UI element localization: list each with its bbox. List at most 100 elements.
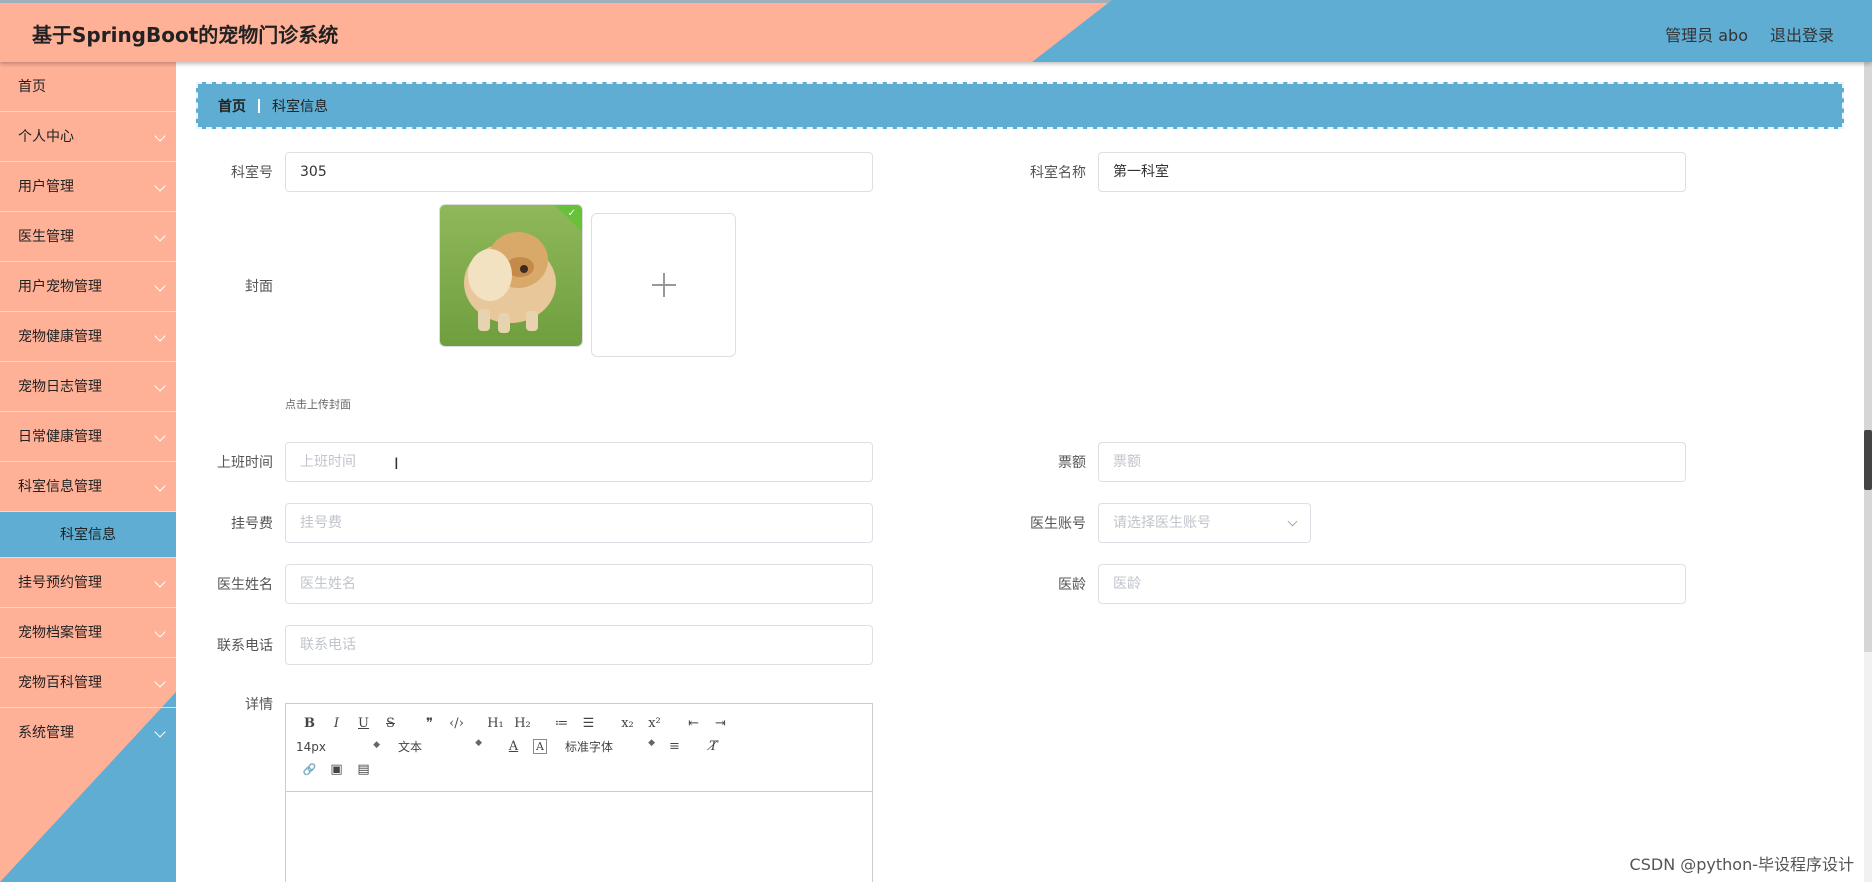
h2-button[interactable]: H₂ (509, 716, 536, 731)
sidebar-item-pet-encyclopedia-management[interactable]: 宠物百科管理 (0, 658, 176, 708)
chevron-down-icon (154, 180, 166, 192)
sidebar-item-label: 宠物档案管理 (18, 625, 102, 641)
toolbar-row-1: B I U S ❞ ‹/› H₁ H₂ ≔ ☰ x₂ x² ⇤ ⇥ (296, 712, 862, 735)
outdent-button[interactable]: ⇤ (680, 716, 707, 731)
sidebar-item-label: 用户管理 (18, 179, 74, 195)
sidebar-item-pet-log-management[interactable]: 宠物日志管理 (0, 362, 176, 412)
fee-input[interactable]: 挂号费 (285, 503, 873, 543)
sidebar-item-department-management[interactable]: 科室信息管理 (0, 462, 176, 512)
chevron-down-icon (154, 480, 166, 492)
plus-icon (651, 273, 676, 297)
room-name-input[interactable]: 第一科室 (1098, 152, 1686, 192)
italic-button[interactable]: I (323, 716, 350, 731)
bold-button[interactable]: B (296, 716, 323, 731)
sidebar-item-doctor-management[interactable]: 医生管理 (0, 212, 176, 262)
room-no-input[interactable]: 305 (285, 152, 873, 192)
background-color-button[interactable]: A (533, 739, 547, 754)
doctor-account-label: 医生账号 (1030, 516, 1086, 532)
page-scrollbar-region (1864, 62, 1872, 652)
bullet-list-button[interactable]: ☰ (575, 716, 602, 731)
sidebar-subitem-department-info[interactable]: 科室信息 (0, 512, 176, 558)
cover-label: 封面 (245, 279, 273, 295)
font-family-value: 标准字体 (565, 740, 614, 754)
breadcrumb-home[interactable]: 首页 (218, 96, 246, 116)
doctor-name-label: 医生姓名 (217, 577, 273, 593)
sidebar-item-user-pet-management[interactable]: 用户宠物管理 (0, 262, 176, 312)
chevron-down-icon (154, 726, 166, 738)
fee-label: 挂号费 (231, 516, 273, 532)
indent-button[interactable]: ⇥ (707, 716, 734, 731)
chevron-down-icon (154, 626, 166, 638)
tickets-input[interactable]: 票额 (1098, 442, 1686, 482)
editor-content-area[interactable] (286, 792, 872, 882)
header-select-value: 文本 (398, 740, 423, 754)
code-block-button[interactable]: ‹/› (443, 716, 470, 731)
editor-toolbar: B I U S ❞ ‹/› H₁ H₂ ≔ ☰ x₂ x² ⇤ ⇥ 14px ◆ (286, 704, 872, 792)
sidebar-item-appointment-management[interactable]: 挂号预约管理 (0, 558, 176, 608)
doctor-account-select[interactable]: 请选择医生账号 (1098, 503, 1311, 543)
select-arrow-icon: ◆ (475, 738, 482, 748)
image-button[interactable]: ▣ (323, 762, 350, 777)
doctor-age-input[interactable]: 医龄 (1098, 564, 1686, 604)
sidebar-item-personal-center[interactable]: 个人中心 (0, 112, 176, 162)
link-button[interactable]: 🔗 (296, 763, 323, 776)
select-arrow-icon: ◆ (373, 739, 380, 750)
sidebar-item-home[interactable]: 首页 (0, 62, 176, 112)
ordered-list-button[interactable]: ≔ (548, 716, 575, 731)
upload-cover-tip: 点击上传封面 (285, 398, 351, 411)
cover-image-thumbnail[interactable]: ✓ (439, 204, 583, 347)
h1-button[interactable]: H₁ (482, 716, 509, 731)
tickets-label: 票额 (1058, 455, 1086, 471)
align-button[interactable]: ≡ (661, 739, 688, 754)
chevron-down-icon (154, 280, 166, 292)
top-header: 基于SpringBoot的宠物门诊系统 管理员 abo 退出登录 (0, 0, 1872, 62)
room-name-label: 科室名称 (1030, 165, 1086, 181)
header-select[interactable]: 文本 ◆ (398, 738, 488, 755)
chevron-down-icon (154, 130, 166, 142)
phone-label: 联系电话 (217, 638, 273, 654)
sidebar-item-pet-archive-management[interactable]: 宠物档案管理 (0, 608, 176, 658)
phone-input[interactable]: 联系电话 (285, 625, 873, 665)
doctor-name-input[interactable]: 医生姓名 (285, 564, 873, 604)
sidebar-item-label: 系统管理 (18, 725, 74, 741)
select-arrow-icon: ◆ (648, 738, 655, 748)
chevron-down-icon (1287, 516, 1298, 527)
breadcrumb: 首页 科室信息 (196, 82, 1844, 129)
sidebar-item-pet-health-management[interactable]: 宠物健康管理 (0, 312, 176, 362)
font-size-value: 14px (296, 739, 326, 754)
sidebar-item-label: 用户宠物管理 (18, 279, 102, 295)
font-size-select[interactable]: 14px ◆ (296, 740, 386, 754)
doctor-account-placeholder: 请选择医生账号 (1113, 515, 1211, 531)
logout-link[interactable]: 退出登录 (1770, 22, 1834, 46)
toolbar-row-3: 🔗 ▣ ▤ (296, 758, 862, 781)
sidebar-item-label: 科室信息管理 (18, 479, 102, 495)
sidebar-item-label: 挂号预约管理 (18, 575, 102, 591)
room-no-label: 科室号 (231, 165, 273, 181)
details-label: 详情 (245, 697, 273, 713)
breadcrumb-separator (258, 98, 260, 113)
strike-button[interactable]: S (377, 716, 404, 731)
underline-button[interactable]: U (350, 716, 377, 731)
rich-text-editor: B I U S ❞ ‹/› H₁ H₂ ≔ ☰ x₂ x² ⇤ ⇥ 14px ◆ (285, 703, 873, 882)
superscript-button[interactable]: x² (641, 716, 668, 731)
subscript-button[interactable]: x₂ (614, 716, 641, 731)
sidebar-item-system-management[interactable]: 系统管理 (0, 708, 176, 758)
chevron-down-icon (154, 330, 166, 342)
clear-format-button[interactable]: T̸ (700, 739, 727, 754)
page-scrollbar-thumb[interactable] (1864, 430, 1872, 490)
text-color-button[interactable]: A (500, 739, 527, 754)
sidebar-item-label: 医生管理 (18, 229, 74, 245)
video-button[interactable]: ▤ (350, 762, 377, 777)
upload-cover-button[interactable] (591, 213, 736, 357)
sidebar-item-label: 个人中心 (18, 129, 74, 145)
quote-button[interactable]: ❞ (416, 716, 443, 731)
sidebar-item-user-management[interactable]: 用户管理 (0, 162, 176, 212)
font-family-select[interactable]: 标准字体 ◆ (565, 738, 661, 755)
sidebar-item-daily-health-management[interactable]: 日常健康管理 (0, 412, 176, 462)
sidebar-item-label: 宠物百科管理 (18, 675, 102, 691)
dog-photo-image (440, 205, 582, 346)
chevron-down-icon (154, 576, 166, 588)
chevron-down-icon (154, 380, 166, 392)
work-time-input[interactable]: 上班时间 (285, 442, 873, 482)
work-time-label: 上班时间 (217, 455, 273, 471)
